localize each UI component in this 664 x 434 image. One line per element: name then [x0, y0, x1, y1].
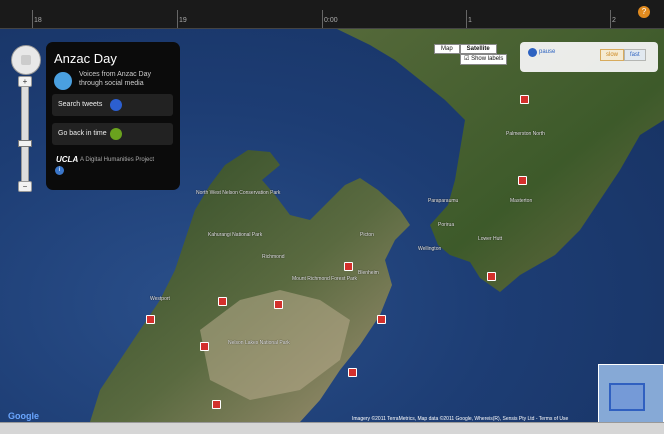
- checkbox-check-icon: ☑: [464, 56, 470, 62]
- overview-viewport[interactable]: [609, 383, 645, 411]
- speed-toggle: slow fast: [600, 49, 646, 61]
- map-type-satellite-button[interactable]: Satellite: [459, 44, 497, 54]
- map-type-map-button[interactable]: Map: [434, 44, 460, 54]
- timeline-label: 18: [34, 17, 42, 24]
- horizontal-scrollbar[interactable]: [0, 422, 664, 434]
- highway-shield-icon: [218, 297, 227, 306]
- highway-shield-icon: [518, 176, 527, 185]
- pause-label[interactable]: pause: [539, 49, 555, 55]
- twitter-bird-icon: [54, 72, 72, 90]
- timeline-tick: [32, 10, 33, 28]
- place-label: Wellington: [418, 246, 442, 252]
- highway-shield-icon: [200, 342, 209, 351]
- info-icon[interactable]: i: [55, 166, 64, 175]
- timeline-bar[interactable]: 18 19 0:00 1 2 ?: [0, 0, 664, 29]
- place-label: Picton: [360, 232, 374, 238]
- panel-title: Anzac Day: [54, 51, 117, 66]
- highway-shield-icon: [212, 400, 221, 409]
- show-labels-text: Show labels: [471, 56, 504, 62]
- zoom-in-button[interactable]: +: [18, 76, 32, 87]
- search-icon: [110, 99, 122, 111]
- timeline-tick: [177, 10, 178, 28]
- place-label: Nelson Lakes National Park: [228, 340, 290, 346]
- timeline-label: 0:00: [324, 17, 338, 24]
- highway-shield-icon: [344, 262, 353, 271]
- place-label: Mount Richmond Forest Park: [292, 276, 358, 282]
- place-label: North West Nelson Conservation Park: [196, 190, 281, 196]
- slow-button[interactable]: slow: [600, 49, 625, 61]
- timeline-label: 1: [468, 17, 472, 24]
- place-label: Porirua: [438, 222, 455, 228]
- go-back-in-time-label: Go back in time: [58, 130, 107, 137]
- clock-icon: [110, 128, 122, 140]
- zoom-out-button[interactable]: −: [18, 181, 32, 192]
- pause-icon[interactable]: [528, 48, 537, 57]
- google-logo: Google: [8, 411, 39, 421]
- place-label: Masterton: [510, 198, 533, 204]
- pan-center-icon: [21, 55, 31, 65]
- map-type-control: Map Satellite: [434, 44, 497, 54]
- highway-shield-icon: [520, 95, 529, 104]
- timeline-label: 2: [612, 17, 616, 24]
- zoom-slider-thumb[interactable]: [18, 140, 32, 147]
- place-label: Blenheim: [358, 270, 379, 276]
- highway-shield-icon: [348, 368, 357, 377]
- timeline-tick: [610, 10, 611, 28]
- info-panel: Anzac Day Voices from Anzac Day through …: [46, 42, 180, 190]
- highway-shield-icon: [146, 315, 155, 324]
- go-back-in-time-button[interactable]: Go back in time: [52, 123, 173, 145]
- search-tweets-button[interactable]: Search tweets: [52, 94, 173, 116]
- place-label: Richmond: [262, 254, 285, 260]
- help-icon[interactable]: ?: [638, 6, 650, 18]
- place-label: Palmerston North: [506, 131, 545, 137]
- pan-control[interactable]: [11, 45, 41, 75]
- timeline-tick: [322, 10, 323, 28]
- zoom-slider-track[interactable]: [21, 80, 29, 190]
- place-label: Lower Hutt: [478, 236, 503, 242]
- highway-shield-icon: [487, 272, 496, 281]
- credit-text: A Digital Humanities Project: [80, 157, 155, 163]
- timeline-label: 19: [179, 17, 187, 24]
- overview-map[interactable]: [598, 364, 664, 424]
- playback-panel: pause slow fast: [520, 42, 658, 72]
- place-label: Kahurangi National Park: [208, 232, 263, 238]
- place-label: Paraparaumu: [428, 198, 459, 204]
- highway-shield-icon: [274, 300, 283, 309]
- fast-button[interactable]: fast: [624, 49, 646, 61]
- panel-subtitle: Voices from Anzac Day through social med…: [79, 71, 151, 87]
- highway-shield-icon: [377, 315, 386, 324]
- timeline-tick: [466, 10, 467, 28]
- ucla-logo: UCLA: [56, 155, 79, 164]
- place-label: Westport: [150, 296, 170, 302]
- show-labels-checkbox[interactable]: ☑ Show labels: [460, 54, 508, 65]
- search-tweets-label: Search tweets: [58, 101, 103, 108]
